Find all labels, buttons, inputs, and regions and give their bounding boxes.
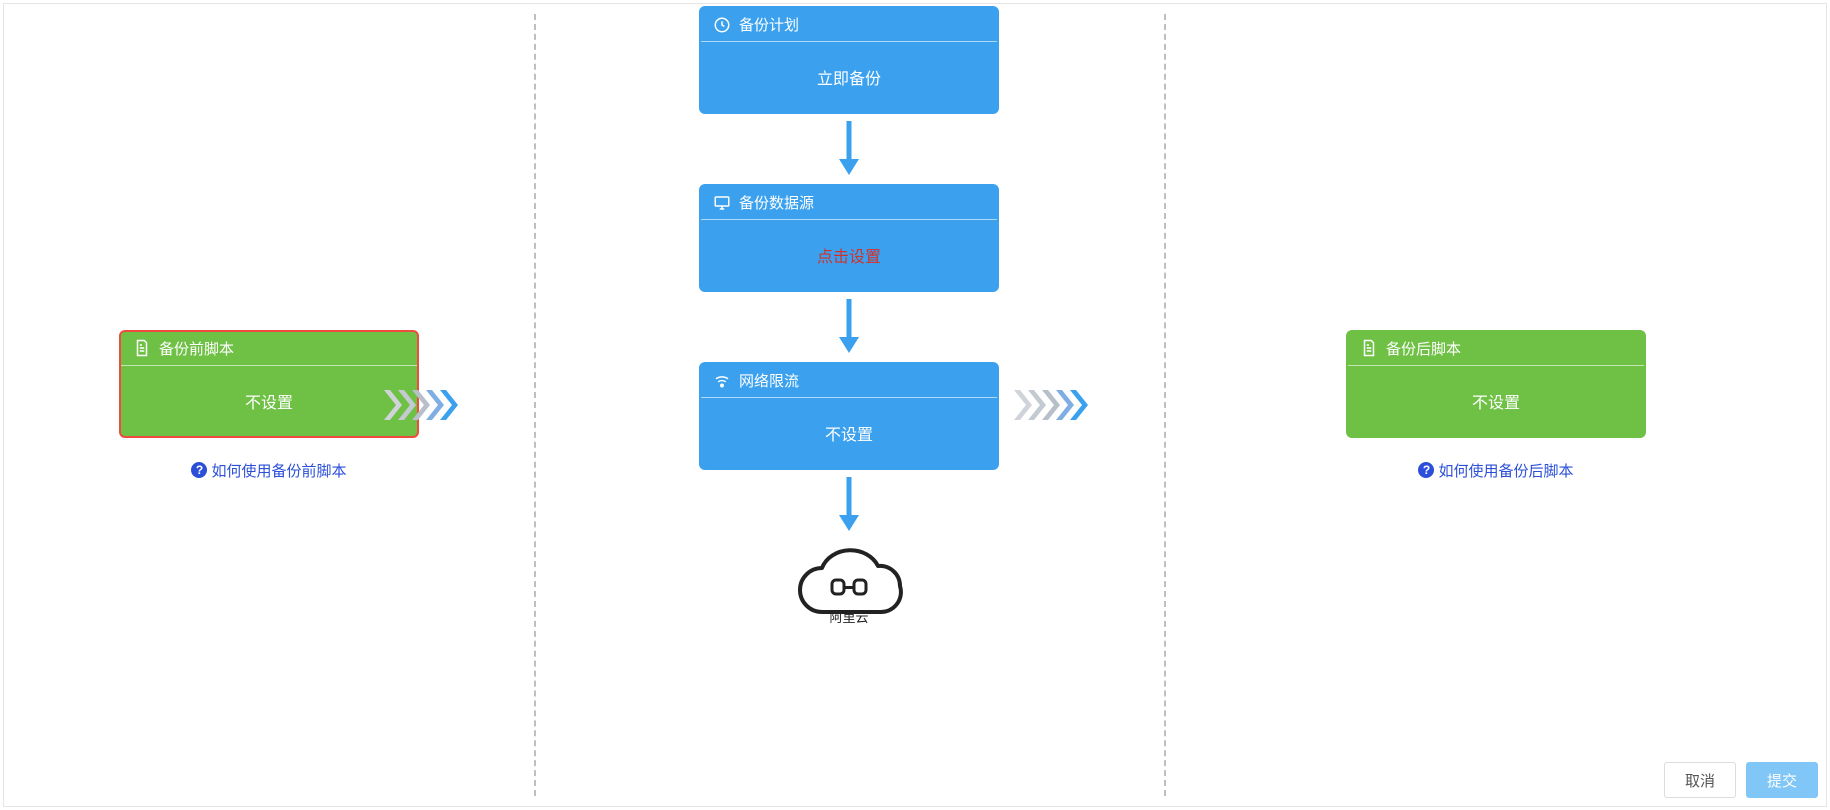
pre-script-body: 不设置 <box>121 366 417 436</box>
backup-source-body: 点击设置 <box>701 220 997 290</box>
aliyun-cloud-icon: 阿里云 <box>784 546 914 632</box>
backup-source-title: 备份数据源 <box>739 192 814 213</box>
document-icon <box>133 339 151 357</box>
document-icon <box>1360 339 1378 357</box>
footer-actions: 取消 提交 <box>1664 762 1818 798</box>
post-script-help-link[interactable]: ? 如何使用备份后脚本 <box>1418 460 1573 481</box>
post-script-body: 不设置 <box>1348 366 1644 436</box>
monitor-icon <box>713 194 731 212</box>
help-icon: ? <box>191 462 207 478</box>
pre-script-card[interactable]: 备份前脚本 不设置 <box>119 330 419 438</box>
arrow-down-2 <box>829 292 869 362</box>
chevron-flow-right <box>1014 390 1104 420</box>
submit-button[interactable]: 提交 <box>1746 762 1818 798</box>
backup-plan-body: 立即备份 <box>701 42 997 112</box>
backup-plan-card[interactable]: 备份计划 立即备份 <box>699 6 999 114</box>
backup-plan-title: 备份计划 <box>739 14 799 35</box>
pre-script-help-link[interactable]: ? 如何使用备份前脚本 <box>191 460 346 481</box>
arrow-down-3 <box>829 470 869 540</box>
arrow-down-1 <box>829 114 869 184</box>
network-limit-title: 网络限流 <box>739 370 799 391</box>
help-icon: ? <box>1418 462 1434 478</box>
pre-script-title: 备份前脚本 <box>159 338 234 359</box>
workflow-panel: 备份前脚本 不设置 ? 如何使用备份前脚本 <box>3 3 1827 807</box>
wifi-icon <box>713 372 731 390</box>
clock-icon <box>713 16 731 34</box>
post-script-help-text: 如何使用备份后脚本 <box>1438 460 1573 481</box>
cloud-label: 阿里云 <box>829 610 868 625</box>
post-script-card[interactable]: 备份后脚本 不设置 <box>1346 330 1646 438</box>
cancel-button[interactable]: 取消 <box>1664 762 1736 798</box>
backup-source-card[interactable]: 备份数据源 点击设置 <box>699 184 999 292</box>
post-script-title: 备份后脚本 <box>1386 338 1461 359</box>
network-limit-card[interactable]: 网络限流 不设置 <box>699 362 999 470</box>
column-post-script: 备份后脚本 不设置 ? 如何使用备份后脚本 <box>1164 4 1828 806</box>
chevron-flow-left <box>384 390 474 420</box>
network-limit-body: 不设置 <box>701 398 997 468</box>
pre-script-help-text: 如何使用备份前脚本 <box>211 460 346 481</box>
